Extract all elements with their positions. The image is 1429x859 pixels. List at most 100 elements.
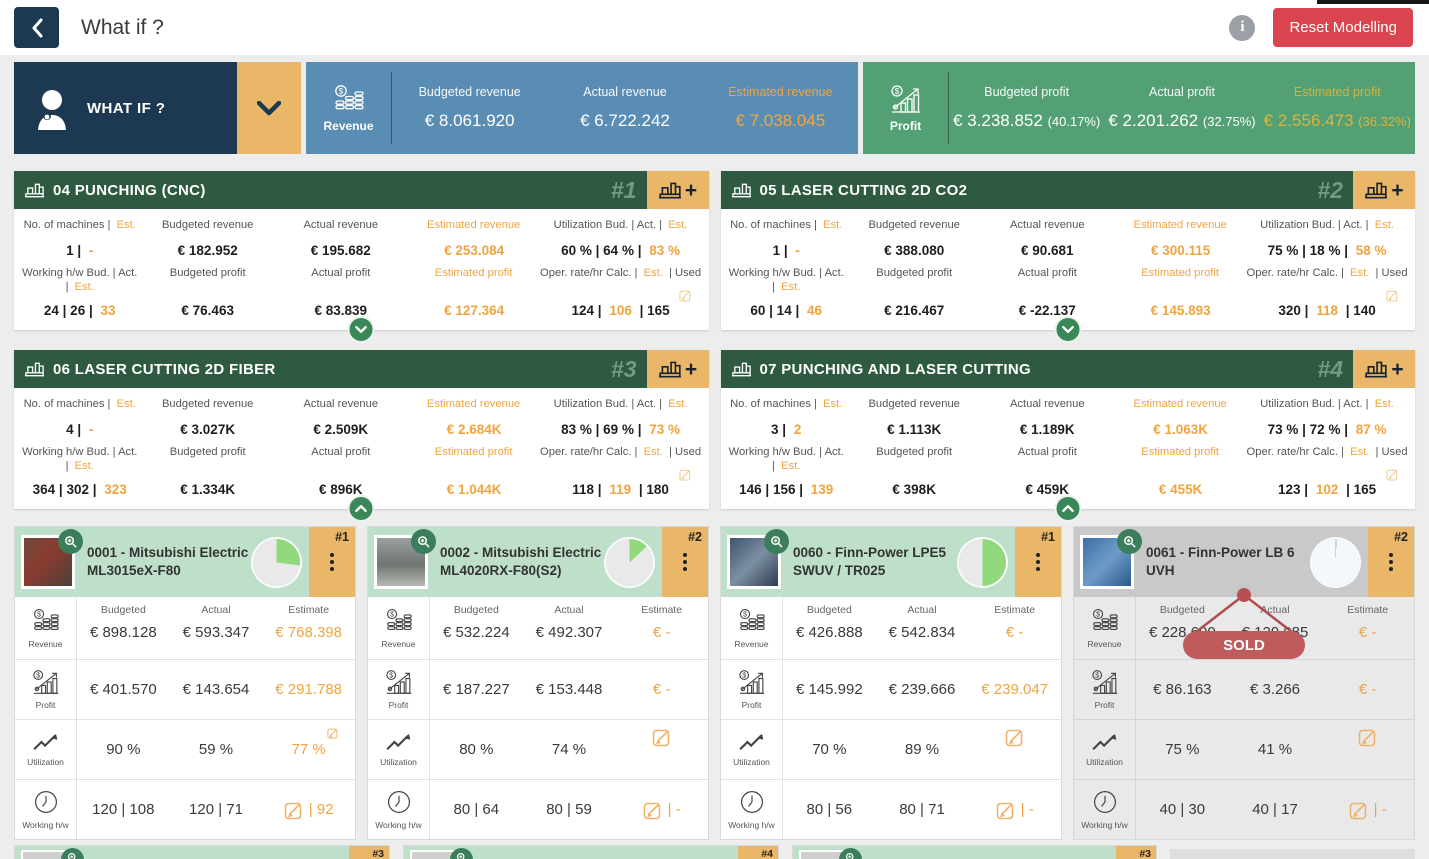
back-button[interactable] [14,7,59,48]
group-metric: Estimated profit € 145.893 [1112,266,1245,318]
edit-icon[interactable] [679,468,692,481]
budgeted-revenue: Budgeted revenue € 8.061.920 [392,62,547,154]
machine-group-panel: 06 LASER CUTTING 2D FIBER #3 + No. of ma… [14,350,709,509]
expand-button[interactable] [1054,316,1081,343]
machine-photo [727,535,781,589]
group-title: 07 PUNCHING AND LASER CUTTING [760,361,1032,378]
group-metric: Budgeted revenue € 3.027K [139,397,276,437]
actual-value: € 239.666 [876,660,969,719]
metric-value: 83 % | 69 % | [561,422,641,437]
group-header: 04 PUNCHING (CNC) #1 + [14,171,709,209]
metric-value: € 1.334K [180,482,235,497]
group-metric: No. of machines | Est. 3 | 2 [727,397,846,437]
revenue-icon: $ [1091,608,1119,634]
add-machine-button[interactable]: + [647,350,709,388]
group-metric: Actual revenue € 1.189K [982,397,1112,437]
metric-label-est: Est. [1350,446,1369,458]
budgeted-value: 70 % [783,720,876,779]
actual-value: 41 % [1229,720,1322,779]
metric-value-est: 323 [104,482,127,497]
rank-badge: #1 [611,177,637,204]
metric-label: Oper. rate/hr Calc. | [540,446,637,458]
actual-value: € 3.266 [1229,660,1322,719]
expand-button[interactable] [348,316,375,343]
edit-icon[interactable] [1349,800,1369,820]
zoom-photo-icon[interactable] [1117,529,1142,554]
row-label: Profit [36,700,56,710]
metric-label-est: Est. [668,219,687,231]
revenue-icon-cell: $ Revenue [1074,597,1136,659]
group-body: No. of machines | Est. 1 | - Budgeted re… [721,209,1416,330]
machine-card-header: 0002 - Mitsubishi Electric ML4020RX-F80(… [368,527,708,597]
card-row: $ Profit € 187.227 € 153.448 € - [368,659,708,719]
chevron-down-icon [355,325,368,334]
group-header: 06 LASER CUTTING 2D FIBER #3 + [14,350,709,388]
estimate-value: Estimate€ - [615,597,708,659]
estimate-value [968,720,1061,779]
edit-icon[interactable] [1386,289,1399,302]
edit-icon[interactable] [679,289,692,302]
budgeted-value: € 145.992 [783,660,876,719]
edit-icon[interactable] [996,800,1016,820]
machine-group-panel: 07 PUNCHING AND LASER CUTTING #4 + No. o… [721,350,1416,509]
group-metric: No. of machines | Est. 1 | - [727,218,846,258]
metric-value: € 1.113K [887,422,941,437]
edit-icon[interactable] [1005,727,1025,747]
metric-label: Actual profit [311,267,370,279]
zoom-photo-icon[interactable] [839,848,862,859]
zoom-photo-icon[interactable] [411,529,436,554]
metric-label: No. of machines | [730,219,817,231]
card-row: $ Profit € 401.570 € 143.654 € 291.788 [15,659,355,719]
group-body: No. of machines | Est. 1 | - Budgeted re… [14,209,709,330]
machine-icon [1364,181,1388,199]
edit-icon[interactable] [1358,727,1378,747]
edit-icon[interactable] [1386,468,1399,481]
info-icon[interactable]: i [1229,15,1255,41]
profit-icon-cell: $ Profit [1074,660,1136,719]
metric-label-est: Estimated profit [1141,446,1219,458]
zoom-photo-icon[interactable] [61,848,84,859]
machine-photo [1080,535,1134,589]
metric-value: 320 | [1278,303,1308,318]
edit-icon[interactable] [327,727,339,739]
estimate-value: | - [615,780,708,839]
machine-icon [731,361,752,377]
metric-label: Actual profit [1018,446,1077,458]
metric-label: Budgeted profit [876,446,952,458]
chevron-down-icon [257,101,281,116]
edit-icon[interactable] [652,727,672,747]
menu-dots-icon[interactable] [683,553,687,571]
menu-dots-icon[interactable] [1389,553,1393,571]
profit-icon: $ [890,84,922,114]
metric-label-est: Est. [1350,267,1369,279]
menu-dots-icon[interactable] [330,553,334,571]
expand-button[interactable] [348,495,375,522]
card-row: $ Revenue Budgeted€ 426.888 Actual€ 542.… [721,597,1061,659]
actual-value: 89 % [876,720,969,779]
zoom-photo-icon[interactable] [450,848,473,859]
add-machine-button[interactable]: + [647,171,709,209]
zoom-photo-icon[interactable] [764,529,789,554]
rank-badge: #4 [1317,356,1343,383]
group-title: 05 LASER CUTTING 2D CO2 [760,182,968,199]
add-machine-button[interactable]: + [1353,171,1415,209]
edit-icon[interactable] [284,800,304,820]
metric-label: Oper. rate/hr Calc. | [540,267,637,279]
actual-value: 80 | 71 [876,780,969,839]
rank-badge: #2 [1317,177,1343,204]
rank-badge: #3 [611,356,637,383]
estimate-value [1321,720,1414,779]
whatif-expand-button[interactable] [237,62,301,154]
metric-value-est: 58 % [1356,243,1387,258]
machine-card-header: 0061 - Finn-Power LB 6 UVH #2 [1074,527,1414,597]
add-machine-button[interactable]: + [1353,350,1415,388]
edit-icon[interactable] [643,800,663,820]
menu-dots-icon[interactable] [1036,553,1040,571]
expand-button[interactable] [1054,495,1081,522]
svg-text:$: $ [743,611,747,618]
reset-modelling-button[interactable]: Reset Modelling [1273,8,1413,47]
whatif-avatar-icon [30,86,74,130]
revenue-icon-cell: $ Revenue [368,597,430,659]
budgeted-value: € 401.570 [77,660,170,719]
zoom-photo-icon[interactable] [58,529,83,554]
